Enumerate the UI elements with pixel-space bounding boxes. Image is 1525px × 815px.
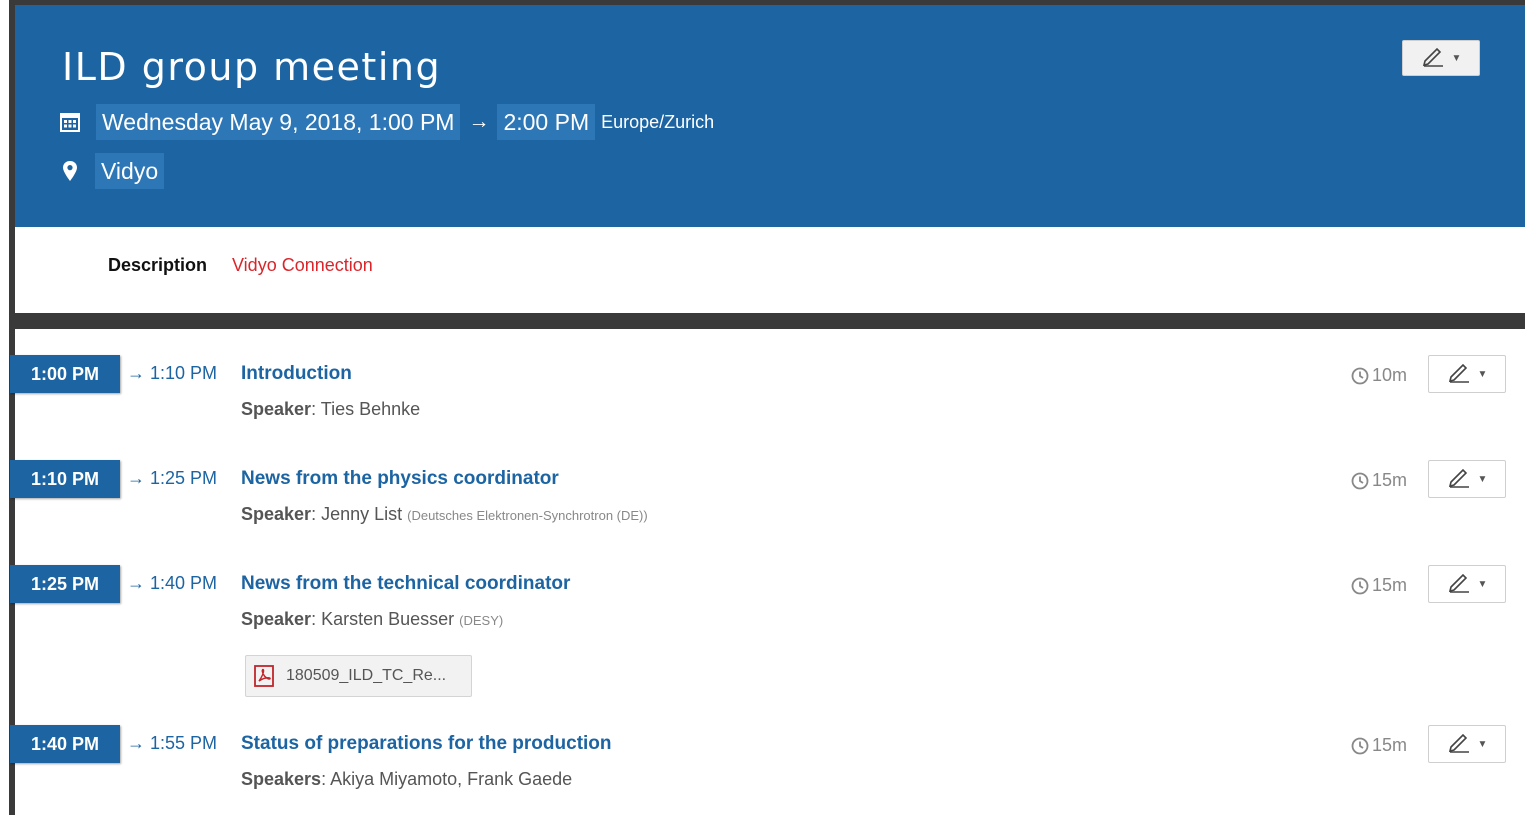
map-pin-icon [62, 160, 78, 182]
pencil-icon [1447, 466, 1473, 493]
entry-title-link[interactable]: News from the physics coordinator [241, 468, 559, 490]
pencil-icon [1447, 731, 1473, 758]
entry-duration: 15m [1351, 575, 1407, 596]
entry-edit-button[interactable]: ▼ [1428, 725, 1506, 763]
speaker-names: : Karsten Buesser [311, 609, 455, 629]
entry-edit-button[interactable]: ▼ [1428, 355, 1506, 393]
duration-value: 10m [1372, 365, 1408, 385]
event-date-row: Wednesday May 9, 2018, 1:00 PM → 2:00 PM… [60, 104, 714, 140]
description-section: Description Vidyo Connection [15, 227, 1525, 313]
duration-value: 15m [1372, 575, 1408, 595]
entry-speaker: Speakers: Akiya Miyamoto, Frank Gaede [241, 769, 572, 790]
entry-end-time: → 1:55 PM [127, 733, 218, 753]
speaker-label: Speaker [241, 504, 312, 524]
clock-icon [1351, 472, 1369, 490]
event-header: ILD group meeting Wednesday May 9, 2018,… [15, 5, 1525, 227]
event-edit-button[interactable]: ▼ [1402, 40, 1480, 76]
page: ILD group meeting Wednesday May 9, 2018,… [0, 0, 1525, 815]
speaker-label: Speaker [241, 399, 312, 419]
entry-start-time: 1:25 PM [10, 565, 120, 603]
entry-edit-button[interactable]: ▼ [1428, 565, 1506, 603]
duration-value: 15m [1372, 470, 1408, 490]
entry-end-time: → 1:10 PM [127, 363, 218, 383]
entry-duration: 15m [1351, 735, 1407, 756]
pencil-icon [1447, 571, 1473, 598]
speaker-names: : Akiya Miyamoto, Frank Gaede [321, 769, 573, 789]
speaker-label: Speakers [241, 769, 322, 789]
entry-title-link[interactable]: Status of preparations for the productio… [241, 733, 612, 755]
speaker-affiliation: (Deutsches Elektronen-Synchrotron (DE)) [407, 508, 648, 523]
entry-edit-button[interactable]: ▼ [1428, 460, 1506, 498]
entry-duration: 15m [1351, 470, 1407, 491]
section-separator [9, 313, 1525, 329]
calendar-icon [60, 112, 80, 132]
entry-speaker: Speaker: Ties Behnke [241, 399, 420, 420]
chevron-down-icon: ▼ [1477, 738, 1488, 750]
entry-duration: 10m [1351, 365, 1407, 386]
speaker-names: : Ties Behnke [311, 399, 421, 419]
description-link[interactable]: Vidyo Connection [232, 255, 373, 276]
pdf-file-icon [254, 665, 274, 687]
duration-value: 15m [1372, 735, 1408, 755]
speaker-affiliation: (DESY) [459, 613, 504, 628]
event-end-time: 2:00 PM [497, 104, 596, 140]
entry-end-time: → 1:40 PM [127, 573, 218, 593]
speaker-names: : Jenny List [311, 504, 403, 524]
clock-icon [1351, 737, 1369, 755]
clock-icon [1351, 577, 1369, 595]
attachment-name: 180509_ILD_TC_Re... [286, 667, 447, 684]
date-arrow: → [468, 110, 490, 133]
pencil-icon [1421, 45, 1447, 72]
entry-speaker: Speaker: Jenny List (Deutsches Elektrone… [241, 504, 648, 525]
chevron-down-icon: ▼ [1451, 52, 1462, 64]
attachment-button[interactable]: 180509_ILD_TC_Re... [245, 655, 472, 697]
entry-speaker: Speaker: Karsten Buesser (DESY) [241, 609, 503, 630]
description-label: Description [108, 255, 208, 275]
speaker-label: Speaker [241, 609, 312, 629]
chevron-down-icon: ▼ [1477, 578, 1488, 590]
entry-title-link[interactable]: News from the technical coordinator [241, 573, 570, 595]
event-start-datetime: Wednesday May 9, 2018, 1:00 PM [96, 104, 461, 140]
event-title: ILD group meeting [62, 45, 442, 89]
entry-start-time: 1:40 PM [10, 725, 120, 763]
clock-icon [1351, 367, 1369, 385]
entry-start-time: 1:00 PM [10, 355, 120, 393]
event-location[interactable]: Vidyo [95, 153, 165, 189]
entry-start-time: 1:10 PM [10, 460, 120, 498]
chevron-down-icon: ▼ [1477, 473, 1488, 485]
chevron-down-icon: ▼ [1477, 368, 1488, 380]
event-timezone: Europe/Zurich [601, 111, 715, 132]
event-location-row: Vidyo [62, 153, 165, 189]
entry-end-time: → 1:25 PM [127, 468, 218, 488]
pencil-icon [1447, 361, 1473, 388]
entry-title-link[interactable]: Introduction [241, 363, 352, 385]
